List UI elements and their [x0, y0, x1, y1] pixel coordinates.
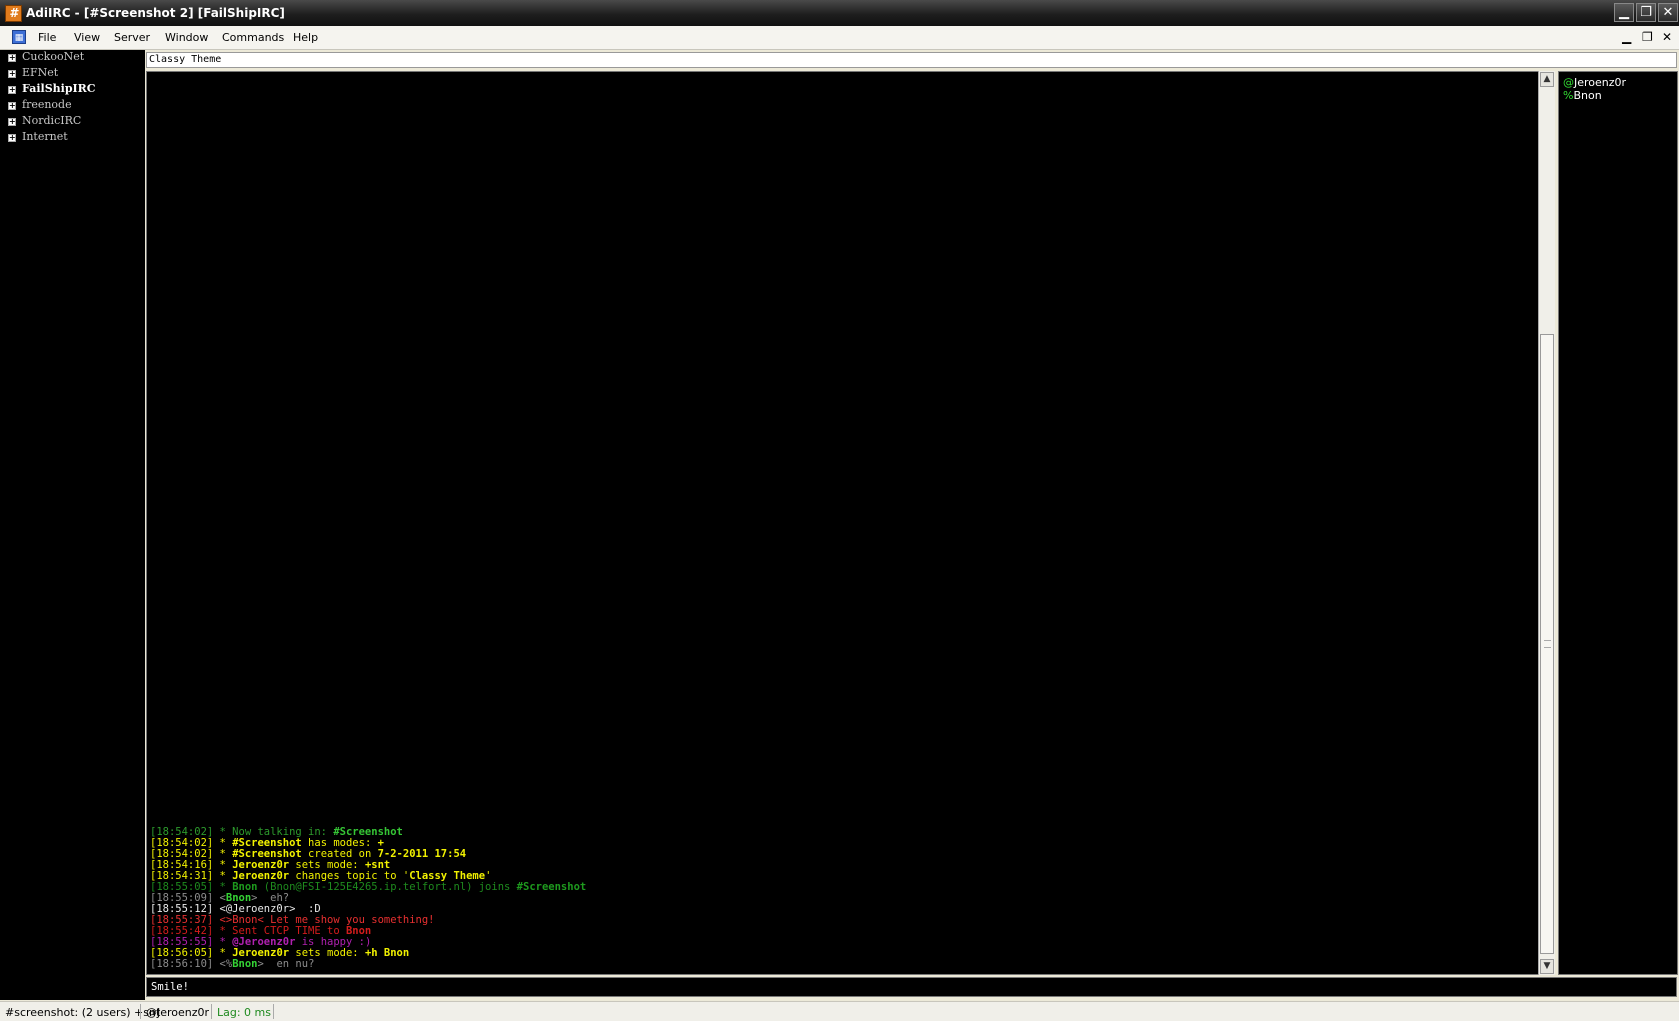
chat-line: [18:56:10] <%Bnon> en nu?	[150, 959, 1520, 970]
chat-segment: (Bnon@FSI-125E4265.ip.telfort.nl) joins	[257, 881, 517, 893]
window-title: AdiIRC - [#Screenshot 2] [FailShipIRC]	[26, 6, 285, 20]
chat-line: [18:55:09] <Bnon> eh?	[150, 893, 1520, 904]
expand-icon[interactable]: +	[8, 102, 16, 110]
status-bar: #screenshot: (2 users) +snt @Jeroenz0r L…	[0, 1001, 1679, 1021]
scroll-down-icon[interactable]: ▼	[1540, 959, 1554, 974]
nick-list: @Jeroenz0r %Bnon	[1558, 71, 1678, 975]
status-nick: @Jeroenz0r	[146, 1006, 210, 1019]
menu-server[interactable]: Server	[114, 31, 150, 44]
menu-view[interactable]: View	[74, 31, 100, 44]
status-channel: #screenshot: (2 users) +snt	[5, 1006, 161, 1019]
menu-window[interactable]: Window	[165, 31, 208, 44]
scroll-up-icon[interactable]: ▲	[1540, 72, 1554, 87]
scroll-thumb[interactable]	[1540, 334, 1554, 954]
nick-item[interactable]: @Jeroenz0r	[1563, 76, 1626, 89]
menu-file[interactable]: File	[38, 31, 56, 44]
tree-item-label: Internet	[22, 130, 68, 143]
menu-bar: ▦ File View Server Window Commands Help …	[0, 26, 1679, 50]
expand-icon[interactable]: +	[8, 86, 16, 94]
chat-segment: 7-2-2011 17:54	[377, 848, 467, 860]
menu-help[interactable]: Help	[293, 31, 318, 44]
close-button[interactable]: ✕	[1658, 3, 1678, 22]
chat-segment: +h Bnon	[364, 947, 410, 959]
mdi-minimize-button[interactable]: ▁	[1622, 30, 1631, 44]
menu-commands[interactable]: Commands	[222, 31, 284, 44]
mdi-close-button[interactable]: ✕	[1662, 30, 1672, 44]
chat-segment: Bnon	[232, 958, 258, 970]
chat-scrollbar[interactable]: ▲ ▼	[1538, 71, 1555, 975]
chat-line: [18:55:05] * Bnon (Bnon@FSI-125E4265.ip.…	[150, 882, 1520, 893]
topic-bar[interactable]: Classy Theme	[146, 52, 1677, 68]
tree-item-label: EFNet	[22, 66, 59, 79]
chat-segment: > en nu?	[257, 958, 315, 970]
minimize-button[interactable]: ▁	[1614, 3, 1634, 22]
restore-button[interactable]: ❐	[1636, 3, 1656, 22]
tree-item-label: freenode	[22, 98, 72, 111]
chat-segment: <%	[219, 958, 233, 970]
title-bar: # AdiIRC - [#Screenshot 2] [FailShipIRC]…	[0, 0, 1679, 26]
expand-icon[interactable]: +	[8, 70, 16, 78]
chat-line: [18:56:05] * Jeroenz0r sets mode: +h Bno…	[150, 948, 1520, 959]
expand-icon[interactable]: +	[8, 118, 16, 126]
app-icon: #	[5, 5, 22, 22]
server-tree: + CuckooNet + EFNet + FailShipIRC + free…	[0, 50, 145, 1000]
chat-segment: #Screenshot	[516, 881, 587, 893]
nick-item[interactable]: %Bnon	[1563, 89, 1602, 102]
expand-icon[interactable]: +	[8, 54, 16, 62]
chat-segment: [18:56:10]	[150, 958, 220, 970]
tree-item-label: FailShipIRC	[22, 82, 96, 95]
tree-item-label: NordicIRC	[22, 114, 82, 127]
message-input[interactable]: Smile!	[146, 977, 1677, 997]
chat-window[interactable]: [18:54:02] * Now talking in: #Screenshot…	[146, 71, 1540, 975]
status-lag: Lag: 0 ms	[217, 1006, 271, 1019]
chat-log: [18:54:02] * Now talking in: #Screenshot…	[150, 827, 1520, 970]
mdi-window-icon[interactable]: ▦	[12, 30, 26, 44]
mdi-restore-button[interactable]: ❐	[1642, 30, 1653, 44]
tree-item-label: CuckooNet	[22, 50, 85, 63]
expand-icon[interactable]: +	[8, 134, 16, 142]
